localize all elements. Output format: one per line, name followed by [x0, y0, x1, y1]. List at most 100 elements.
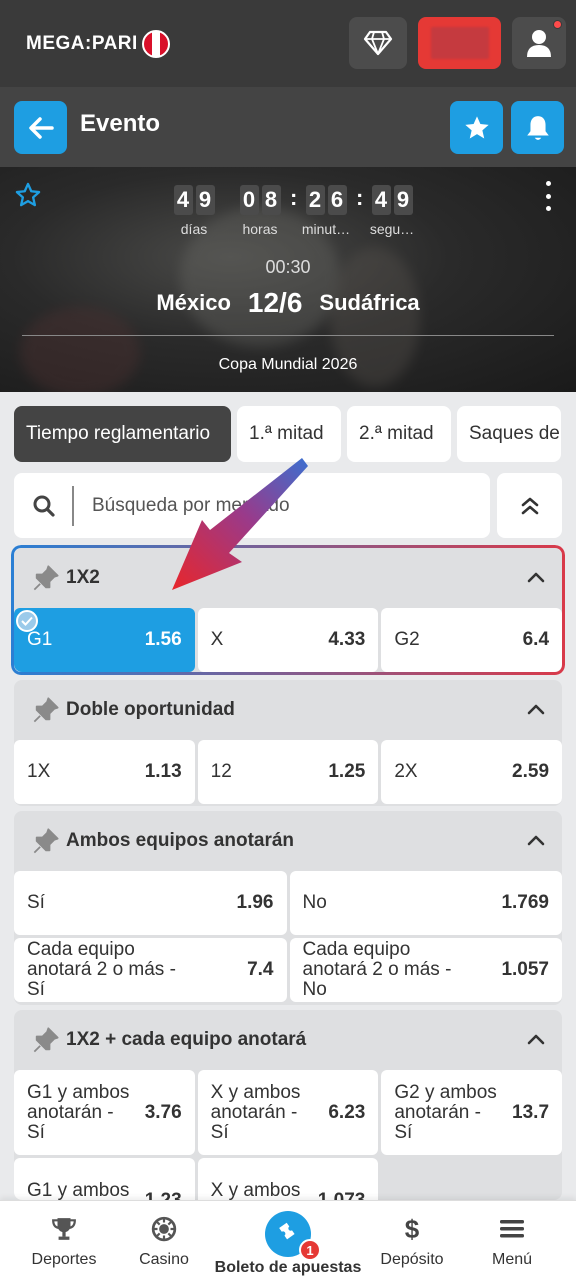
market-doble-oportunidad: Doble oportunidad 1X 1.13 12 1.25 2X 2.5… — [14, 680, 562, 806]
odd-button-g1-ambos-si[interactable]: G1 y ambos anotarán - Sí 3.76 — [14, 1070, 195, 1155]
odd-button-1x[interactable]: 1X 1.13 — [14, 740, 195, 804]
tab-saques-de-esquina[interactable]: Saques de — [457, 406, 561, 462]
bell-icon — [526, 115, 549, 140]
odd-value: 4.33 — [328, 629, 366, 650]
market-title: 1X2 — [66, 567, 100, 588]
away-team: Sudáfrica — [319, 290, 420, 315]
notification-dot — [553, 20, 562, 29]
nav-casino[interactable]: Casino — [114, 1201, 214, 1280]
profile-button[interactable] — [512, 17, 566, 69]
chevron-up-icon[interactable] — [526, 702, 546, 716]
double-chevron-up-icon — [521, 497, 538, 514]
star-icon — [464, 115, 489, 138]
redacted-button[interactable] — [418, 17, 501, 69]
odd-button-cada-equipo-2-si[interactable]: Cada equipo anotará 2 o más - Sí 7.4 — [14, 938, 287, 1002]
countdown-digit: 9 — [393, 185, 413, 215]
page-header: Evento — [0, 87, 576, 167]
odd-label: 12 — [210, 761, 232, 782]
odd-value: 7.4 — [247, 959, 274, 980]
market-header[interactable]: 1X2 — [14, 548, 562, 608]
odd-button-2x[interactable]: 2X 2.59 — [381, 740, 562, 804]
chevron-up-icon[interactable] — [526, 833, 546, 847]
pin-icon — [33, 828, 59, 854]
dollar-icon: $ — [405, 1215, 420, 1243]
back-button[interactable] — [14, 101, 67, 154]
casino-chip-icon — [151, 1216, 177, 1242]
countdown-digit: 4 — [173, 185, 193, 215]
notifications-button[interactable] — [511, 101, 564, 154]
user-icon — [527, 30, 551, 57]
dot — [545, 206, 551, 211]
period-tabs: Tiempo reglamentario 1.ª mitad 2.ª mitad… — [0, 392, 576, 472]
countdown-hours: 08 horas — [230, 185, 290, 237]
search-icon — [33, 495, 55, 517]
market-title: 1X2 + cada equipo anotará — [66, 1029, 307, 1050]
odd-label: G1 y ambos anotarán - Sí — [27, 1081, 130, 1143]
collapse-all-button[interactable] — [497, 473, 562, 538]
nav-boleto-de-apuestas[interactable]: 1 Boleto de apuestas — [208, 1201, 368, 1280]
odd-label: 2X — [394, 761, 418, 782]
bet-count-badge: 1 — [299, 1239, 321, 1261]
countdown-label: segu… — [369, 221, 415, 237]
odd-value: 1.769 — [501, 892, 549, 913]
nav-menu[interactable]: Menú — [462, 1201, 562, 1280]
more-options-button[interactable] — [540, 181, 556, 211]
tab-primera-mitad[interactable]: 1.ª mitad — [237, 406, 341, 462]
nav-label: Boleto de apuestas — [214, 1259, 362, 1276]
pin-icon — [33, 697, 59, 723]
event-favorite-button[interactable] — [14, 181, 42, 214]
market-header[interactable]: 1X2 + cada equipo anotará — [14, 1010, 562, 1070]
redacted-content — [430, 27, 489, 59]
nav-label: Menú — [491, 1251, 533, 1268]
countdown-digit: 0 — [239, 185, 259, 215]
market-search — [14, 473, 490, 538]
odd-label: Sí — [27, 892, 45, 913]
chevron-up-icon[interactable] — [526, 570, 546, 584]
tab-tiempo-reglamentario[interactable]: Tiempo reglamentario — [14, 406, 231, 462]
odd-button-x-ambos-no[interactable]: X y ambos anotarán - 1.073 — [197, 1158, 379, 1200]
vip-button[interactable] — [349, 17, 407, 69]
odd-label: 1X — [27, 761, 51, 782]
market-header[interactable]: Ambos equipos anotarán — [14, 811, 562, 871]
market-title: Ambos equipos anotarán — [66, 830, 295, 851]
odd-label: X y ambos anotarán - — [210, 1179, 301, 1200]
odd-button-g1[interactable]: G1 1.56 — [14, 608, 195, 672]
nav-deposito[interactable]: $ Depósito — [362, 1201, 462, 1280]
odd-button-g2-ambos-si[interactable]: G2 y ambos anotarán - Sí 13.7 — [381, 1070, 562, 1155]
chevron-up-icon[interactable] — [526, 1032, 546, 1046]
favorite-button[interactable] — [450, 101, 503, 154]
nav-deportes[interactable]: Deportes — [14, 1201, 114, 1280]
odd-label: G1 y ambos anotarán - — [27, 1179, 130, 1200]
odd-button-12[interactable]: 12 1.25 — [197, 740, 379, 804]
market-title: Doble oportunidad — [66, 699, 235, 720]
trophy-icon — [52, 1218, 76, 1240]
market-ambos-equipos-anotaran: Ambos equipos anotarán Sí 1.96 No 1.769 … — [14, 811, 562, 1005]
countdown-days: 49 días — [164, 185, 224, 237]
market-1x2-cada-equipo-anotara: 1X2 + cada equipo anotará G1 y ambos ano… — [14, 1010, 562, 1200]
market-header[interactable]: Doble oportunidad — [14, 680, 562, 740]
event-banner: 49 días 08 horas : 26 minut… : 49 segu… … — [0, 167, 576, 392]
diamond-icon — [363, 30, 393, 56]
odd-button-si[interactable]: Sí 1.96 — [14, 871, 287, 935]
nav-label: Depósito — [380, 1251, 444, 1268]
odd-value: 1.13 — [144, 761, 182, 782]
countdown-label: minut… — [301, 221, 351, 237]
tab-segunda-mitad[interactable]: 2.ª mitad — [347, 406, 451, 462]
odd-value: 1.96 — [236, 892, 274, 913]
nav-label: Deportes — [31, 1251, 97, 1268]
brand-logo[interactable]: MEGA:PARI — [26, 30, 170, 58]
odd-button-no[interactable]: No 1.769 — [289, 871, 562, 935]
search-divider — [72, 486, 74, 526]
odd-button-x-ambos-si[interactable]: X y ambos anotarán - Sí 6.23 — [197, 1070, 379, 1155]
odd-label: G1 — [27, 629, 53, 650]
odd-button-g2[interactable]: G2 6.4 — [381, 608, 562, 672]
countdown-digit: 9 — [195, 185, 215, 215]
odd-button-cada-equipo-2-no[interactable]: Cada equipo anotará 2 o más - No 1.057 — [289, 938, 562, 1002]
odd-button-g1-ambos-no[interactable]: G1 y ambos anotarán - 1.23 — [14, 1158, 195, 1200]
odd-label: Cada equipo anotará 2 o más - No — [302, 939, 452, 1000]
odd-button-x[interactable]: X 4.33 — [197, 608, 379, 672]
top-bar: MEGA:PARI — [0, 0, 576, 87]
check-icon — [16, 610, 38, 632]
bottom-navigation: Deportes Casino 1 Boleto de apuestas $ D… — [0, 1200, 576, 1280]
search-input[interactable] — [92, 495, 472, 517]
